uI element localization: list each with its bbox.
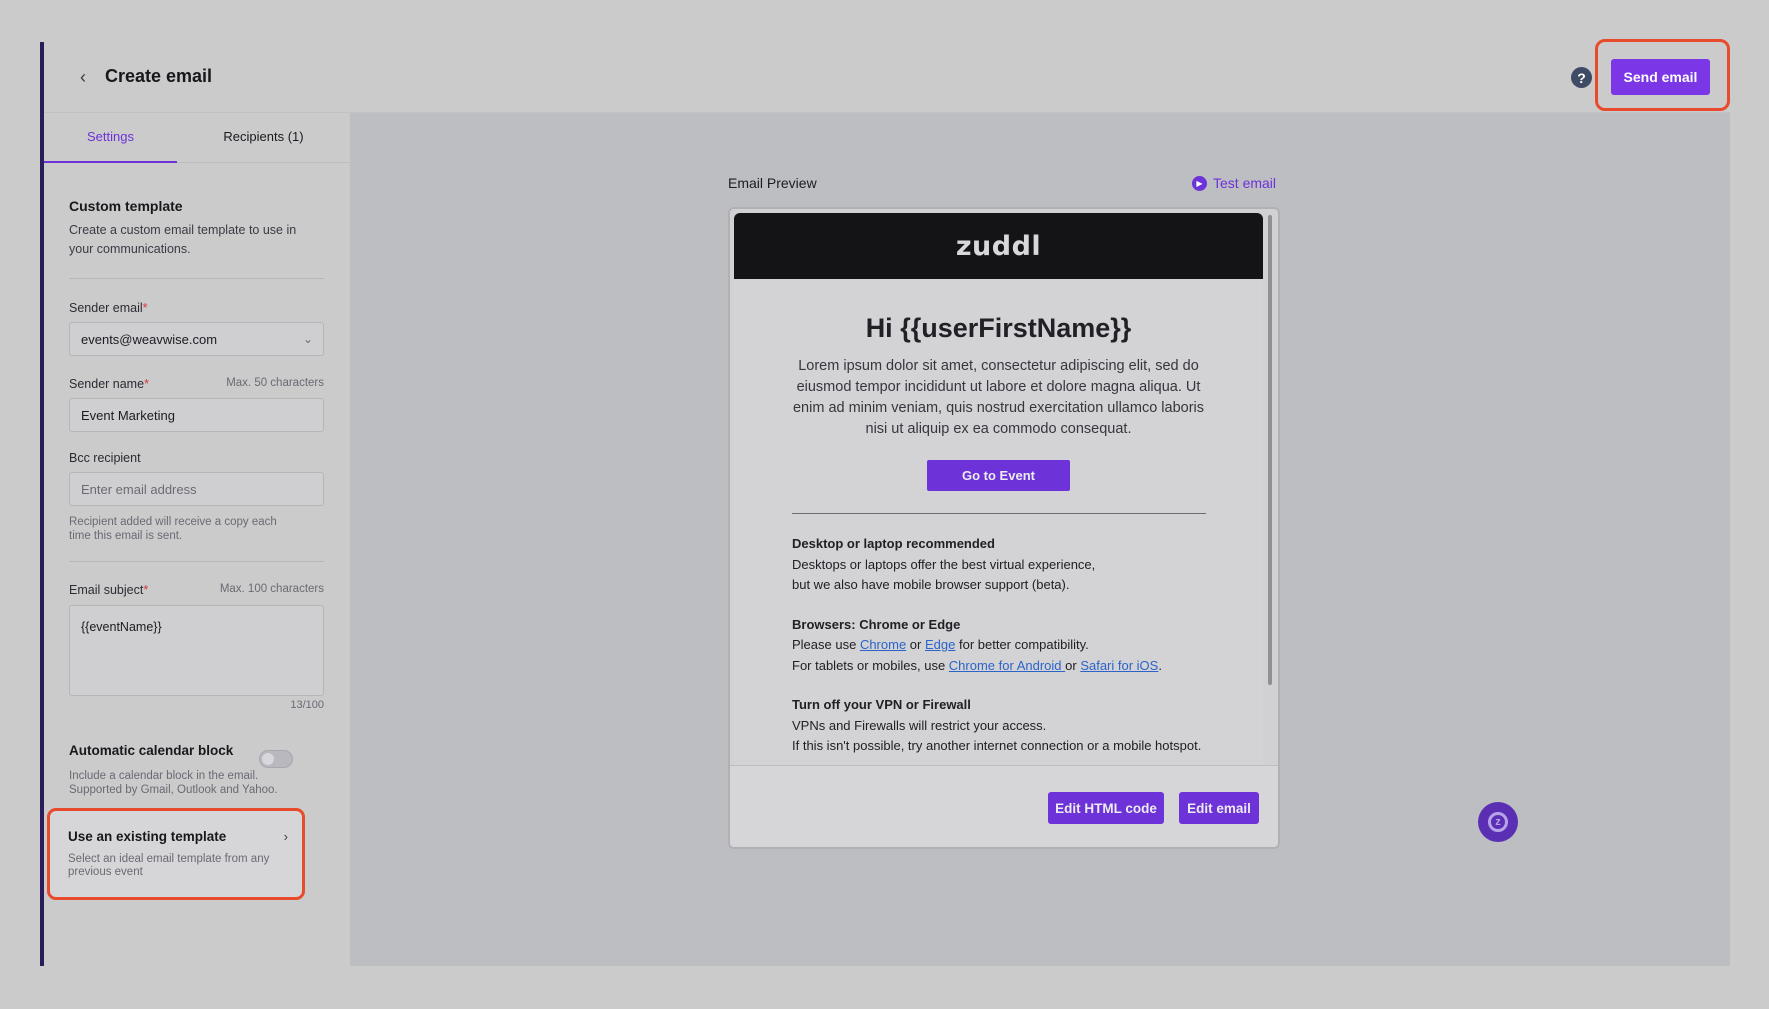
edit-html-code-button[interactable]: Edit HTML code bbox=[1048, 792, 1164, 824]
sender-email-select[interactable]: events@weavwise.com ⌄ bbox=[69, 322, 324, 356]
tip-title: Desktop or laptop recommended bbox=[792, 536, 995, 551]
subject-char-counter: 13/100 bbox=[290, 699, 324, 711]
test-email-link[interactable]: ▶ Test email bbox=[1192, 175, 1276, 191]
calendar-block-description: Include a calendar block in the email. S… bbox=[69, 770, 278, 796]
top-bar: ‹ Create email ? Send email bbox=[44, 39, 1730, 113]
existing-template-description: Select an ideal email template from any … bbox=[68, 853, 270, 878]
help-icon[interactable]: ? bbox=[1571, 67, 1592, 88]
sender-email-label: Sender email* bbox=[69, 301, 148, 315]
back-chevron-icon[interactable]: ‹ bbox=[72, 66, 94, 88]
email-greeting: Hi {{userFirstName}} bbox=[865, 313, 1132, 343]
bcc-input[interactable]: Enter email address bbox=[69, 472, 324, 506]
sender-name-input[interactable]: Event Marketing bbox=[69, 398, 324, 432]
use-existing-template-card[interactable]: Use an existing template › Select an ide… bbox=[47, 808, 305, 900]
chevron-right-icon: › bbox=[283, 829, 288, 844]
email-subject-label: Email subject* bbox=[69, 583, 149, 597]
calendar-block-toggle[interactable] bbox=[259, 750, 293, 768]
tip-desktop: Desktop or laptop recommended Desktops o… bbox=[792, 534, 1232, 596]
tab-settings[interactable]: Settings bbox=[44, 129, 177, 144]
tip-line: If this isn't possible, try another inte… bbox=[792, 738, 1202, 753]
safari-ios-link[interactable]: Safari for iOS bbox=[1080, 658, 1158, 673]
tip-title: Turn off your VPN or Firewall bbox=[792, 697, 971, 712]
email-preview-frame: zuddl Hi {{userFirstName}} Lorem ipsum d… bbox=[728, 207, 1280, 849]
custom-template-title: Custom template bbox=[69, 198, 183, 214]
email-subject-value: {{eventName}} bbox=[81, 620, 162, 634]
tip-title: Browsers: Chrome or Edge bbox=[792, 616, 961, 632]
email-divider bbox=[792, 513, 1206, 514]
tip-browsers: Browsers: Chrome or Edge Please use Chro… bbox=[792, 615, 1232, 677]
edit-email-button[interactable]: Edit email bbox=[1179, 792, 1259, 824]
tab-recipients[interactable]: Recipients (1) bbox=[177, 129, 350, 144]
email-body: zuddl Hi {{userFirstName}} Lorem ipsum d… bbox=[734, 213, 1263, 773]
send-email-highlight: Send email bbox=[1595, 39, 1730, 111]
edge-link[interactable]: Edge bbox=[925, 637, 955, 652]
divider bbox=[69, 278, 324, 279]
email-preview-label: Email Preview bbox=[728, 175, 817, 191]
chat-support-button[interactable]: z bbox=[1478, 802, 1518, 842]
tip-line: VPNs and Firewalls will restrict your ac… bbox=[792, 717, 1047, 733]
chrome-link[interactable]: Chrome bbox=[860, 637, 906, 652]
custom-template-description: Create a custom email template to use in… bbox=[69, 223, 297, 256]
bcc-placeholder: Enter email address bbox=[81, 481, 197, 497]
zuddl-chat-icon: z bbox=[1488, 812, 1508, 832]
test-email-label: Test email bbox=[1213, 175, 1277, 191]
tip-line: For tablets or mobiles, use Chrome for A… bbox=[792, 657, 1162, 673]
email-header: zuddl bbox=[734, 213, 1263, 279]
play-icon: ▶ bbox=[1192, 175, 1207, 191]
tip-vpn: Turn off your VPN or Firewall VPNs and F… bbox=[792, 695, 1232, 757]
preview-scrollbar[interactable] bbox=[1268, 215, 1272, 685]
sender-name-label: Sender name* bbox=[69, 377, 149, 391]
email-subject-textarea[interactable]: {{eventName}} bbox=[69, 605, 324, 696]
calendar-block-title: Automatic calendar block bbox=[69, 743, 234, 758]
sidebar-tabs: Settings Recipients (1) bbox=[44, 113, 350, 163]
bcc-label: Bcc recipient bbox=[69, 451, 141, 465]
go-to-event-button[interactable]: Go to Event bbox=[927, 460, 1070, 491]
sender-name-value: Event Marketing bbox=[81, 407, 175, 423]
preview-area: Email Preview ▶ Test email zuddl Hi {{us… bbox=[350, 113, 1730, 966]
divider bbox=[69, 561, 324, 562]
send-email-button[interactable]: Send email bbox=[1611, 59, 1710, 95]
tip-line: Please use Chrome or Edge for better com… bbox=[792, 637, 1089, 652]
email-actions-bar: Edit HTML code Edit email bbox=[730, 765, 1278, 847]
tip-line: but we also have mobile browser support … bbox=[792, 577, 1070, 592]
settings-sidebar: Settings Recipients (1) Custom template … bbox=[44, 113, 350, 966]
toggle-knob bbox=[262, 753, 274, 765]
email-tips: Desktop or laptop recommended Desktops o… bbox=[792, 534, 1232, 773]
sender-name-hint: Max. 50 characters bbox=[226, 377, 324, 389]
bcc-help-text: Recipient added will receive a copy each… bbox=[69, 516, 277, 542]
chevron-down-icon: ⌄ bbox=[302, 332, 313, 346]
sender-email-value: events@weavwise.com bbox=[81, 331, 218, 347]
active-tab-indicator bbox=[44, 161, 177, 163]
chrome-android-link[interactable]: Chrome for Android bbox=[949, 658, 1065, 673]
email-body-text: Lorem ipsum dolor sit amet, consectetur … bbox=[792, 358, 1204, 437]
email-subject-hint: Max. 100 characters bbox=[219, 583, 324, 595]
existing-template-title: Use an existing template bbox=[68, 829, 227, 844]
page-title: Create email bbox=[105, 66, 213, 86]
tip-line: Desktops or laptops offer the best virtu… bbox=[792, 556, 1096, 572]
app-window: ‹ Create email ? Send email Settings Rec… bbox=[40, 39, 1730, 966]
zuddl-logo: zuddl bbox=[955, 230, 1042, 262]
